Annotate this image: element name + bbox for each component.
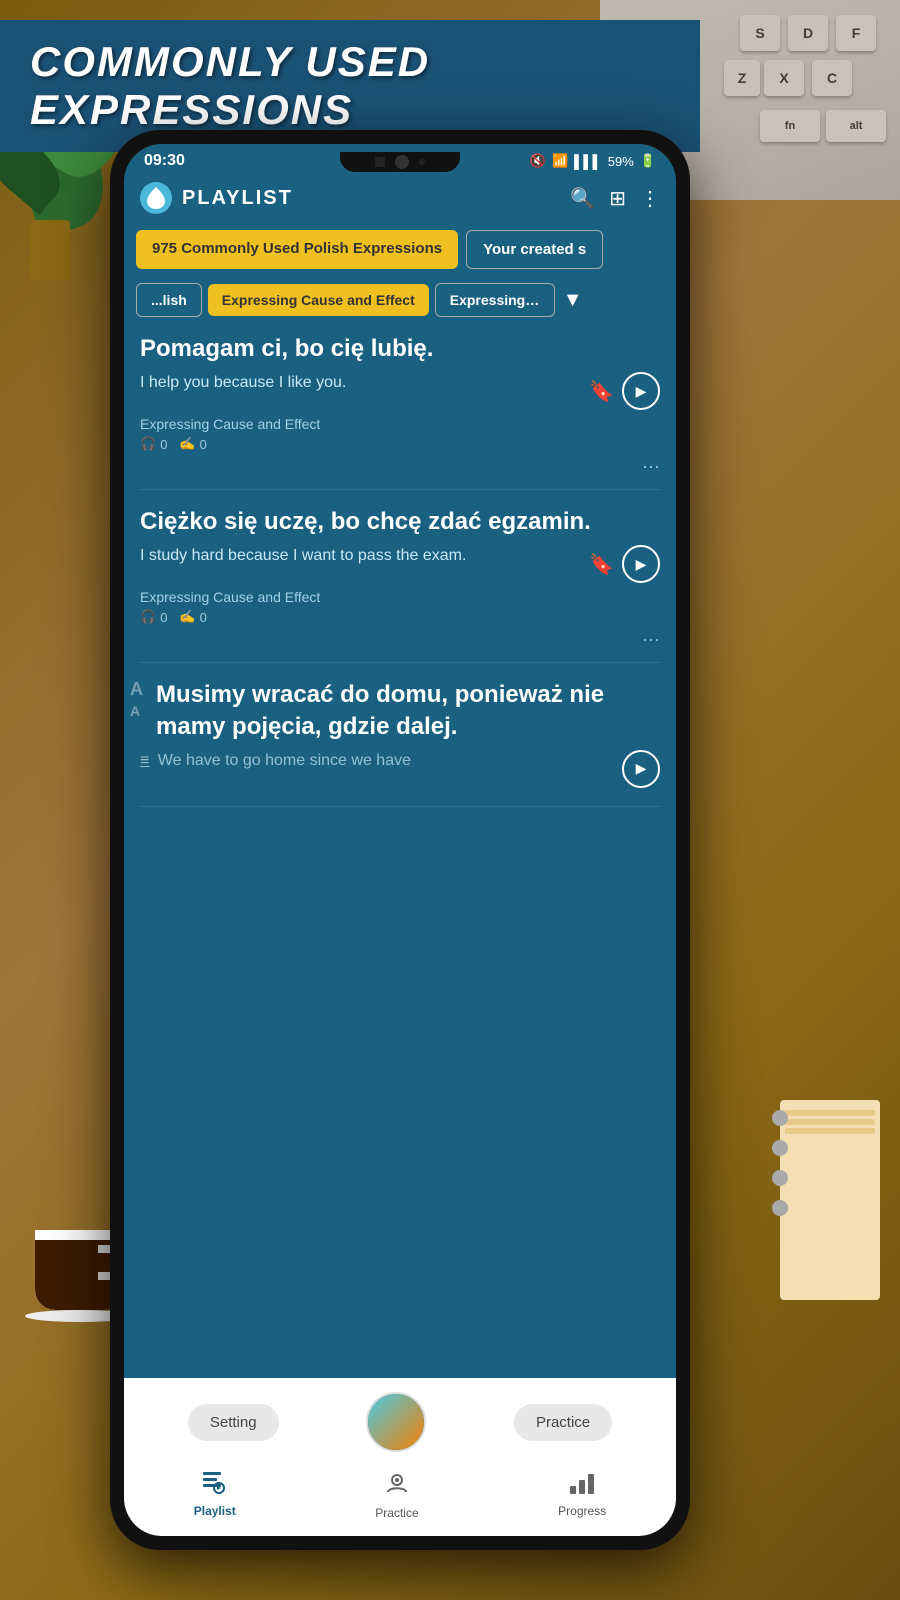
- phrase-stats-0: 🎧 0 ✍ 0: [140, 436, 660, 452]
- phrase-category-0: Expressing Cause and Effect: [140, 416, 660, 432]
- font-size-indicator-small: A: [130, 703, 140, 719]
- key-alt: alt: [826, 110, 886, 142]
- progress-nav-icon: [570, 1472, 594, 1500]
- listen-stat-1: 🎧 0: [140, 609, 167, 625]
- sub-tabs: ...lish Expressing Cause and Effect Expr…: [124, 277, 676, 323]
- phrase-english-0: I help you because I like you.: [140, 372, 579, 394]
- key-s: S: [740, 15, 780, 51]
- sub-tab-0[interactable]: ...lish: [136, 283, 202, 317]
- key-f: F: [836, 15, 876, 51]
- bookmark-icon-1[interactable]: 🔖: [589, 552, 614, 577]
- phrase-row-0: I help you because I like you. 🔖 ▶: [140, 372, 660, 410]
- key-z: Z: [724, 60, 760, 96]
- app-logo: [140, 182, 172, 214]
- phone-frame: 09:30 🔇 📶 ▌▌▌ 59% 🔋 PLAYLIST 🔍 ⊞ ⋮ 97: [110, 130, 690, 1550]
- mute-icon: 🔇: [530, 153, 546, 169]
- sub-tabs-dropdown[interactable]: ▼: [563, 289, 583, 312]
- bottom-nav: Playlist Practice: [124, 1462, 676, 1536]
- phrase-row-2: ≡ We have to go home since we have ▶: [140, 750, 660, 788]
- play-button-0[interactable]: ▶: [622, 372, 660, 410]
- phone-screen: 09:30 🔇 📶 ▌▌▌ 59% 🔋 PLAYLIST 🔍 ⊞ ⋮ 97: [124, 144, 676, 1536]
- playlist-tab-1[interactable]: Your created s: [466, 230, 603, 269]
- search-icon[interactable]: 🔍: [570, 186, 595, 211]
- practice-icon-1: ✍: [179, 609, 195, 625]
- sub-tab-2[interactable]: Expressing Disap...: [435, 283, 555, 317]
- nav-label-playlist: Playlist: [194, 1504, 236, 1518]
- more-options-icon[interactable]: ⋮: [640, 186, 660, 211]
- nav-bar: PLAYLIST 🔍 ⊞ ⋮: [124, 174, 676, 222]
- notebook-decoration: [780, 1100, 880, 1300]
- text-decoration-indicator: ≡: [140, 752, 149, 769]
- more-options-1[interactable]: ···: [140, 629, 660, 650]
- phrase-row-1: I study hard because I want to pass the …: [140, 545, 660, 583]
- status-time: 09:30: [144, 152, 185, 170]
- battery-icon: 🔋: [640, 153, 656, 169]
- play-button-1[interactable]: ▶: [622, 545, 660, 583]
- key-d: D: [788, 15, 828, 51]
- phrase-polish-0: Pomagam ci, bo cię lubię.: [140, 333, 660, 364]
- phrase-actions-1: 🔖 ▶: [589, 545, 660, 583]
- play-button-2[interactable]: ▶: [622, 750, 660, 788]
- playlist-nav-icon: [203, 1472, 227, 1500]
- nav-item-progress[interactable]: Progress: [558, 1472, 606, 1520]
- practice-button[interactable]: Practice: [514, 1404, 612, 1441]
- bookmark-icon-0[interactable]: 🔖: [589, 379, 614, 404]
- phrase-english-1: I study hard because I want to pass the …: [140, 545, 579, 567]
- nav-item-playlist[interactable]: Playlist: [194, 1472, 236, 1520]
- practice-stat-0: ✍ 0: [179, 436, 206, 452]
- bottom-controls: Setting Practice: [124, 1378, 676, 1536]
- control-buttons-row: Setting Practice: [124, 1378, 676, 1462]
- headphone-icon-1: 🎧: [140, 609, 156, 625]
- phrase-actions-0: 🔖 ▶: [589, 372, 660, 410]
- key-fn: fn: [760, 110, 820, 142]
- banner-title: COMMONLY USED EXPRESSIONS: [30, 38, 430, 133]
- font-size-indicator-large: A: [130, 679, 143, 700]
- nav-label-practice: Practice: [375, 1506, 418, 1520]
- avatar-button[interactable]: [366, 1392, 426, 1452]
- practice-icon-0: ✍: [179, 436, 195, 452]
- nav-item-practice[interactable]: Practice: [375, 1472, 418, 1520]
- phrase-card-1: Ciężko się uczę, bo chcę zdać egzamin. I…: [140, 506, 660, 663]
- headphone-icon-0: 🎧: [140, 436, 156, 452]
- phrase-actions-2: ▶: [622, 750, 660, 788]
- phrase-english-2: ≡ We have to go home since we have: [140, 750, 612, 772]
- playlist-tab-0[interactable]: 975 Commonly Used Polish Expressions: [136, 230, 458, 269]
- nav-title: PLAYLIST: [182, 187, 560, 210]
- sub-tab-1[interactable]: Expressing Cause and Effect: [208, 284, 429, 316]
- playlist-tabs: 975 Commonly Used Polish Expressions You…: [124, 222, 676, 277]
- practice-nav-icon: [385, 1472, 409, 1502]
- phrase-polish-2: Musimy wracać do domu, ponieważ nie mamy…: [140, 679, 660, 741]
- phrase-category-1: Expressing Cause and Effect: [140, 589, 660, 605]
- phrase-polish-1: Ciężko się uczę, bo chcę zdać egzamin.: [140, 506, 660, 537]
- avatar-image: [368, 1394, 424, 1450]
- practice-stat-1: ✍ 0: [179, 609, 206, 625]
- signal-icon: ▌▌▌: [574, 154, 602, 169]
- phrase-stats-1: 🎧 0 ✍ 0: [140, 609, 660, 625]
- phrase-card-0: Pomagam ci, bo cię lubię. I help you bec…: [140, 333, 660, 490]
- battery-text: 59%: [608, 154, 634, 169]
- phrase-card-2: A A Musimy wracać do domu, ponieważ nie …: [140, 679, 660, 806]
- status-icons: 🔇 📶 ▌▌▌ 59% 🔋: [530, 153, 656, 169]
- more-options-0[interactable]: ···: [140, 456, 660, 477]
- key-x: X: [764, 60, 804, 96]
- fullscreen-icon[interactable]: ⊞: [609, 186, 626, 211]
- content-area[interactable]: Pomagam ci, bo cię lubię. I help you bec…: [124, 323, 676, 1378]
- nav-label-progress: Progress: [558, 1504, 606, 1518]
- nav-action-icons: 🔍 ⊞ ⋮: [570, 186, 660, 211]
- key-c: C: [812, 60, 852, 96]
- wifi-icon: 📶: [552, 153, 568, 169]
- listen-stat-0: 🎧 0: [140, 436, 167, 452]
- setting-button[interactable]: Setting: [188, 1404, 279, 1441]
